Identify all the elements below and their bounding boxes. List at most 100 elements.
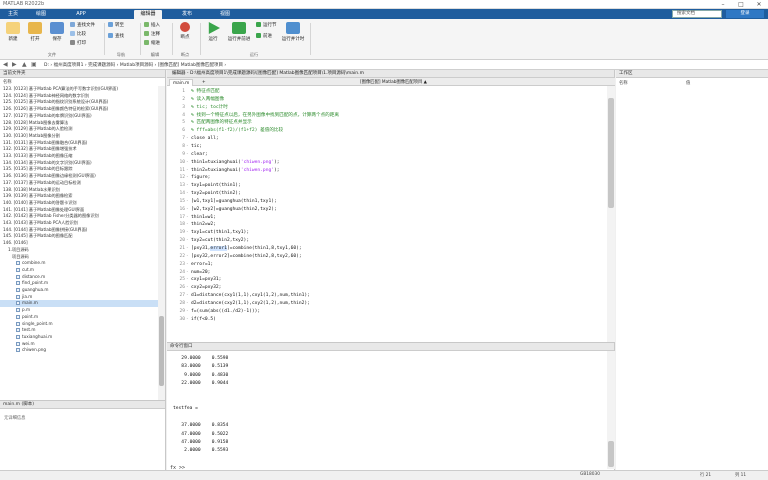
folder-item[interactable]: 135. [0135] 基于Matlab的目标跟踪 xyxy=(0,166,158,173)
folder-item[interactable]: 133. [0133] 基于Matlab的图像压缩 xyxy=(0,153,158,160)
code-line[interactable]: 21- [pxy31,error1]=combine(thin1,8,txy1,6… xyxy=(167,245,587,253)
file-item[interactable]: p.m xyxy=(0,307,158,314)
code-line[interactable]: 10- thin1=tuxianghuai('chiwen.png'); xyxy=(167,159,587,167)
code-line[interactable]: 15- [w1,txy1]=guanghua(thin1,txy1); xyxy=(167,198,587,206)
column-header-name[interactable]: 名称 xyxy=(3,79,12,85)
line-marker[interactable]: - xyxy=(186,214,189,222)
code-line[interactable]: 14- txy2=point(thin2); xyxy=(167,190,587,198)
tab-apps[interactable]: APP xyxy=(70,10,92,19)
file-item[interactable]: main.m xyxy=(0,300,158,308)
run-advance-button[interactable]: 运行并前进 xyxy=(226,22,252,42)
line-marker[interactable]: - xyxy=(186,143,189,151)
tab-publish[interactable]: 发布 xyxy=(176,10,198,19)
folder-item[interactable]: 137. [0137] 基于Matlab的运动目标检测 xyxy=(0,180,158,187)
line-marker[interactable]: - xyxy=(186,151,189,159)
command-scrollbar[interactable] xyxy=(607,351,615,469)
folder-item[interactable]: 131. [0131] 基于Matlab图像融合(GUI界面) xyxy=(0,140,158,147)
folder-item[interactable]: 145. [0145] 基于Matlab的图像匹配 xyxy=(0,233,158,240)
line-marker[interactable]: - xyxy=(186,308,189,316)
folder-scrollbar[interactable] xyxy=(158,86,165,400)
line-marker[interactable]: - xyxy=(186,276,189,284)
run-and-time-button[interactable]: 运行并计时 xyxy=(280,22,306,42)
code-line[interactable]: 23- error=1; xyxy=(167,261,587,269)
file-item[interactable]: cut.m xyxy=(0,267,158,274)
code-line[interactable]: 8- tic; xyxy=(167,143,587,151)
scrollbar-thumb[interactable] xyxy=(608,98,614,208)
new-button[interactable]: 新建 xyxy=(2,22,24,42)
code-line[interactable]: 9- clear; xyxy=(167,151,587,159)
tab-editor[interactable]: 编辑器 xyxy=(134,10,162,19)
compare-button[interactable]: 比较 xyxy=(70,31,86,38)
code-line[interactable]: 16- [w2,txy2]=guanghua(thin2,txy2); xyxy=(167,206,587,214)
line-marker[interactable]: - xyxy=(186,174,189,182)
folder-item[interactable]: 125. [0125] 基于Matlab的指纹识别系统设计(GUI界面) xyxy=(0,99,158,106)
line-marker[interactable]: - xyxy=(186,292,189,300)
file-item[interactable]: distance.m xyxy=(0,274,158,281)
folder-item[interactable]: 130. [0130] Matlab图像分割 xyxy=(0,133,158,140)
folder-item[interactable]: 123. [0123] 基于Matlab PCA算法的手写数字识别(GUI界面) xyxy=(0,86,158,93)
close-button[interactable]: ✕ xyxy=(750,0,768,9)
advance-button[interactable]: 前进 xyxy=(256,33,272,40)
code-line[interactable]: 28- d2=distance(cxy2(1,1),cxy2(1,2),num,t… xyxy=(167,300,587,308)
line-marker[interactable]: - xyxy=(186,221,189,229)
file-item[interactable]: wei.m xyxy=(0,341,158,348)
scrollbar-thumb[interactable] xyxy=(159,316,164,386)
run-button[interactable]: 运行 xyxy=(202,22,224,42)
code-line[interactable]: 19- txy1=cut(thin1,txy1); xyxy=(167,229,587,237)
file-item[interactable]: jia.m xyxy=(0,294,158,301)
code-line[interactable]: 27- d1=distance(cxy1(1,1),cxy1(1,2),num,t… xyxy=(167,292,587,300)
folder-item[interactable]: 144. [0144] 基于Matlab图像拼接(GUI界面) xyxy=(0,227,158,234)
line-marker[interactable]: - xyxy=(186,229,189,237)
code-line[interactable]: 3 % tic; toc计时 xyxy=(167,104,587,112)
workspace-column-value[interactable]: 值 xyxy=(686,80,690,86)
folder-item[interactable]: 124. [0124] 基于Matlab神经网络的数字识别 xyxy=(0,93,158,100)
save-button[interactable]: 保存 xyxy=(46,22,68,42)
browse-folder-icon[interactable]: ▣ xyxy=(31,61,37,68)
file-item[interactable]: chiwen.png xyxy=(0,347,158,354)
line-marker[interactable]: - xyxy=(186,135,189,143)
subfolder-item[interactable]: 项目源码 xyxy=(0,254,158,261)
login-button[interactable]: 登录 xyxy=(726,10,764,18)
forward-icon[interactable]: ▶ xyxy=(12,61,17,68)
folder-item[interactable]: 139. [0139] 基于Matlab的图像检索 xyxy=(0,193,158,200)
workspace-column-name[interactable]: 名称 xyxy=(619,80,628,86)
code-line[interactable]: 25- cxy1=pxy31; xyxy=(167,276,587,284)
tab-project[interactable]: [图像匹配] Matlab图像匹配项目 ▲ xyxy=(357,79,430,86)
tab-add[interactable]: + xyxy=(199,79,209,86)
line-marker[interactable]: - xyxy=(186,284,189,292)
code-line[interactable]: 26- cxy2=pxy32; xyxy=(167,284,587,292)
line-marker[interactable]: - xyxy=(186,237,189,245)
line-marker[interactable]: - xyxy=(186,198,189,206)
file-item[interactable]: combine.m xyxy=(0,260,158,267)
line-marker[interactable]: - xyxy=(186,159,189,167)
code-line[interactable]: 29- f=(sum(abs((d1./d2)-1))); xyxy=(167,308,587,316)
find-button[interactable]: 查找 xyxy=(108,33,124,40)
file-item[interactable]: guanghua.m xyxy=(0,287,158,294)
line-marker[interactable]: - xyxy=(186,167,189,175)
folder-item[interactable]: 146. [0146] xyxy=(0,240,158,247)
file-item[interactable]: single_point.m xyxy=(0,321,158,328)
line-marker[interactable]: - xyxy=(186,190,189,198)
address-bar[interactable]: ◀ ▶ ▲ ▣ D: › 福州高度项目1 › 完成课题源码 › Matlab项目… xyxy=(0,60,768,70)
file-item[interactable]: point.m xyxy=(0,314,158,321)
folder-item[interactable]: 127. [0127] 基于Matlab的车牌识别(GUI界面) xyxy=(0,113,158,120)
line-marker[interactable]: - xyxy=(186,206,189,214)
folder-item[interactable]: 141. [0141] 基于Matlab图像处理GUI界面 xyxy=(0,207,158,214)
scrollbar-thumb[interactable] xyxy=(608,441,614,467)
code-line[interactable]: 5 % 匹配两图像的特征点并显示 xyxy=(167,119,587,127)
folder-item[interactable]: 134. [0134] 基于Matlab的文字识别(GUI界面) xyxy=(0,160,158,167)
file-item[interactable]: test.m xyxy=(0,327,158,334)
line-marker[interactable]: - xyxy=(186,182,189,190)
find-file-button[interactable]: 查找文件 xyxy=(70,22,95,29)
up-folder-icon[interactable]: ▲ xyxy=(22,61,27,68)
folder-item[interactable]: 128. [0128] Matlab图像去雾算法 xyxy=(0,120,158,127)
code-line[interactable]: 17- thin1=w1; xyxy=(167,214,587,222)
insert-button[interactable]: 插入 xyxy=(144,22,160,29)
code-line[interactable]: 4 % 找到一个特征点以后，在另外图像中找到匹配的点，计算两个点的距离 xyxy=(167,112,587,120)
line-marker[interactable]: - xyxy=(186,245,189,253)
code-line[interactable]: 11- thin2=tuxianghuai('chiwen.png'); xyxy=(167,167,587,175)
folder-item[interactable]: 126. [0126] 基于Matlab图像颜色特征的检索(GUI界面) xyxy=(0,106,158,113)
maximize-button[interactable]: □ xyxy=(732,0,750,9)
line-marker[interactable]: - xyxy=(186,261,189,269)
code-line[interactable]: 24- num=20; xyxy=(167,269,587,277)
